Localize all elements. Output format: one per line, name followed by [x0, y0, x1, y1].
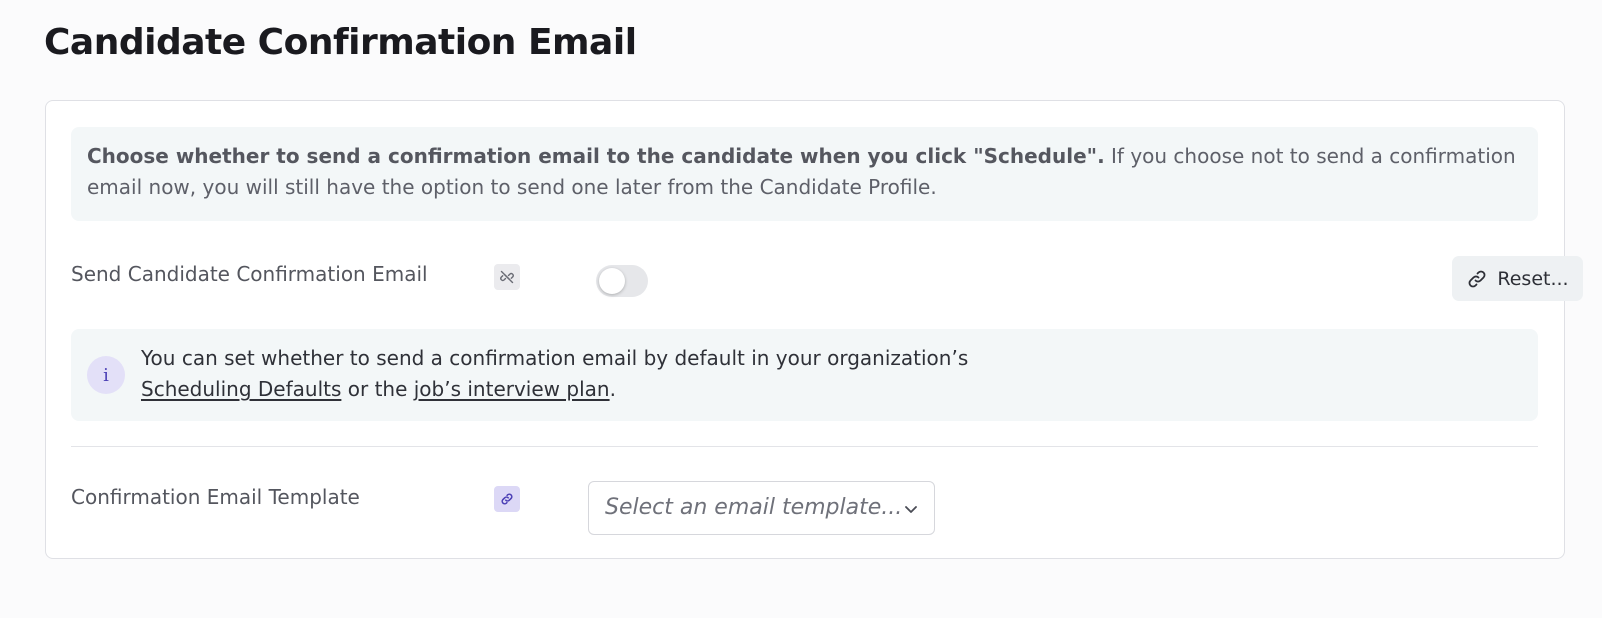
- send-confirmation-toggle[interactable]: [596, 265, 648, 297]
- page-title: Candidate Confirmation Email: [44, 22, 637, 63]
- confirmation-email-card: Choose whether to send a confirmation em…: [45, 100, 1583, 559]
- send-confirmation-label: Send Candidate Confirmation Email: [71, 262, 428, 286]
- scheduling-defaults-link[interactable]: Scheduling Defaults: [141, 377, 341, 401]
- info-icon: i: [87, 356, 125, 394]
- divider: [71, 446, 1538, 447]
- reset-button[interactable]: Reset...: [1452, 256, 1583, 301]
- reset-button-label: Reset...: [1497, 267, 1569, 290]
- chevron-down-icon: [902, 500, 920, 518]
- link-icon: [1466, 268, 1488, 290]
- intro-strong-text: Choose whether to send a confirmation em…: [87, 144, 1105, 168]
- linked-chain-icon[interactable]: [494, 486, 520, 512]
- info-text-middle: or the: [341, 377, 414, 401]
- info-callout: i You can set whether to send a confirma…: [71, 329, 1538, 421]
- intro-description: Choose whether to send a confirmation em…: [71, 127, 1538, 221]
- info-text: You can set whether to send a confirmati…: [141, 343, 1061, 405]
- email-template-placeholder: Select an email template...: [605, 495, 903, 520]
- email-template-select[interactable]: Select an email template...: [588, 481, 935, 535]
- unlinked-chain-icon[interactable]: [494, 264, 520, 290]
- interview-plan-link[interactable]: job’s interview plan: [414, 377, 610, 401]
- info-text-before: You can set whether to send a confirmati…: [141, 346, 969, 370]
- email-template-label: Confirmation Email Template: [71, 485, 360, 509]
- info-text-after: .: [609, 377, 616, 401]
- toggle-knob: [599, 268, 625, 294]
